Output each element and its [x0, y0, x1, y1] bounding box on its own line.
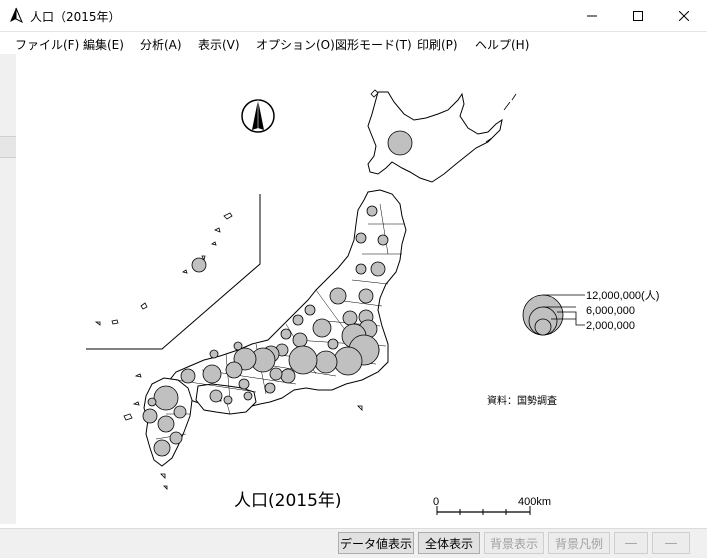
bottom-toolbar: データ値表示 全体表示 背景表示 背景凡例 ― ―: [0, 528, 707, 558]
menu-options[interactable]: オプション(O): [256, 36, 335, 53]
scale-bar: 0 400km: [433, 496, 551, 515]
symbol-yamagata: [355, 263, 367, 275]
symbol-miyagi: [370, 261, 386, 277]
symbol-nagasaki: [142, 408, 158, 424]
symbol-fukui: [280, 328, 292, 340]
legend-label-6m: 6,000,000: [586, 305, 635, 317]
symbol-kanagawa: [333, 346, 363, 376]
symbol-tottori: [233, 341, 243, 351]
panel-splitter-handle[interactable]: [0, 136, 16, 158]
symbol-toyama: [304, 304, 316, 316]
symbol-ehime: [209, 389, 223, 403]
symbol-iwate: [377, 234, 389, 246]
close-icon: [679, 10, 689, 21]
close-button[interactable]: [661, 0, 707, 31]
placeholder-button-2[interactable]: ―: [652, 532, 690, 554]
symbol-yamaguchi: [180, 368, 196, 384]
menu-view[interactable]: 表示(V): [198, 36, 240, 53]
symbol-kumamoto: [157, 415, 175, 433]
symbol-gifu: [292, 332, 308, 348]
map-svg: 12,000,000(人) 6,000,000 2,000,000 資料：国勢調…: [86, 89, 659, 515]
minimize-icon: [587, 15, 597, 16]
symbol-akita: [355, 232, 367, 244]
show-background-button[interactable]: 背景表示: [484, 532, 544, 554]
symbol-wakayama: [264, 382, 276, 394]
symbol-miyazaki: [169, 431, 183, 445]
symbol-okayama: [225, 361, 243, 379]
symbol-aomori: [366, 205, 378, 217]
symbol-ishikawa: [292, 314, 304, 326]
legend-circle-2m: [534, 318, 552, 336]
symbol-shizuoka: [314, 350, 338, 374]
symbol-fukushima: [358, 288, 374, 304]
symbol-saga: [147, 397, 157, 407]
okinawa-inset-frame: [86, 194, 261, 350]
map-title: 人口(2015年): [234, 491, 342, 511]
scale-label-start: 0: [433, 496, 439, 508]
symbol-fukuoka: [153, 385, 179, 411]
population-symbols: [142, 130, 413, 457]
north-arrow-icon: [241, 99, 275, 133]
symbol-oita: [173, 405, 187, 419]
symbol-kochi: [223, 395, 233, 405]
show-data-values-button[interactable]: データ値表示: [338, 532, 414, 554]
symbol-yamanashi: [327, 338, 339, 350]
population-legend: 12,000,000(人) 6,000,000 2,000,000: [522, 289, 659, 336]
menu-help[interactable]: ヘルプ(H): [475, 36, 529, 53]
app-icon: [10, 7, 23, 23]
symbol-tokushima: [243, 391, 253, 401]
minimize-button[interactable]: [569, 0, 615, 31]
menu-file[interactable]: ファイル(F): [15, 36, 79, 53]
menu-shape-mode[interactable]: 図形モード(T): [335, 36, 412, 53]
map-canvas[interactable]: 12,000,000(人) 6,000,000 2,000,000 資料：国勢調…: [16, 54, 707, 524]
background-legend-button[interactable]: 背景凡例: [548, 532, 610, 554]
symbol-okinawa: [191, 257, 207, 273]
symbol-gunma: [342, 310, 358, 326]
symbol-hiroshima: [202, 364, 222, 384]
left-panel-strip: [0, 54, 16, 524]
symbol-nara: [269, 367, 283, 381]
menu-edit[interactable]: 編集(E): [83, 36, 124, 53]
hokkaido-outline: [367, 91, 503, 183]
symbol-kagoshima: [153, 439, 171, 457]
menu-bar: ファイル(F) 編集(E) 分析(A) 表示(V) オプション(O) 図形モード…: [0, 32, 707, 54]
fit-all-button[interactable]: 全体表示: [418, 532, 480, 554]
scale-label-end: 400km: [518, 496, 551, 508]
okinawa-islands: [94, 212, 233, 326]
menu-print[interactable]: 印刷(P): [417, 36, 458, 53]
symbol-shimane: [209, 349, 219, 359]
symbol-aichi: [288, 345, 318, 375]
symbol-mie: [280, 368, 296, 384]
symbol-kagawa: [238, 378, 250, 390]
source-note: 資料：国勢調査: [487, 394, 557, 407]
symbol-hokkaido: [387, 130, 413, 156]
legend-label-12m: 12,000,000(人): [586, 289, 659, 302]
symbol-nagano: [312, 318, 332, 338]
maximize-icon: [633, 10, 643, 21]
maximize-button[interactable]: [615, 0, 661, 31]
menu-analysis[interactable]: 分析(A): [140, 36, 182, 53]
placeholder-button-1[interactable]: ―: [614, 532, 648, 554]
symbol-niigata: [329, 287, 347, 305]
title-bar: 人口（2015年）: [0, 0, 707, 32]
window-title: 人口（2015年）: [30, 10, 121, 24]
legend-label-2m: 2,000,000: [586, 320, 635, 332]
